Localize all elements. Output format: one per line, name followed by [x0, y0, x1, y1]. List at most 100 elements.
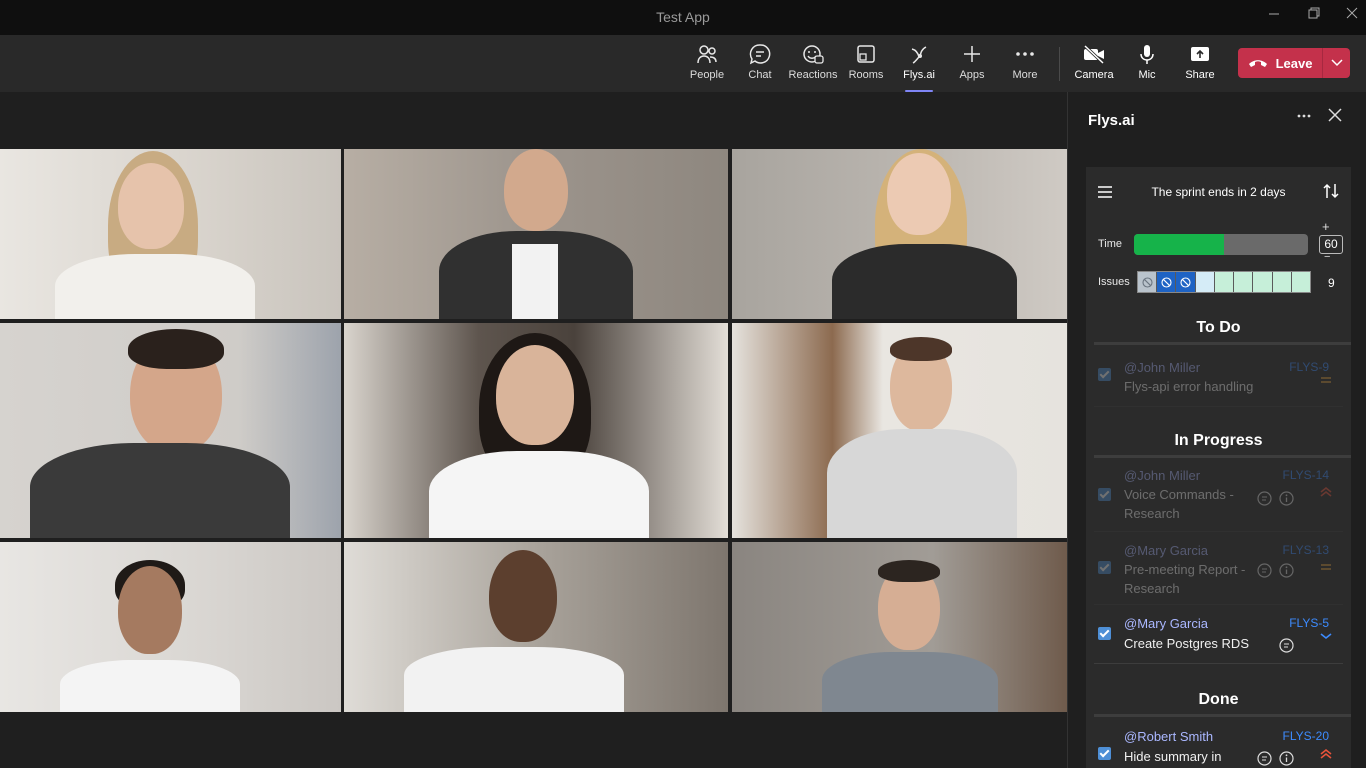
priority-medium-icon: [1321, 377, 1331, 383]
section-divider: [1094, 342, 1351, 345]
item-assignee[interactable]: @John Miller: [1124, 360, 1200, 375]
issue-segment[interactable]: [1272, 272, 1292, 292]
mic-label: Mic: [1138, 69, 1156, 81]
leave-button[interactable]: Leave: [1238, 48, 1350, 78]
issue-segment[interactable]: [1214, 272, 1235, 292]
comment-icon[interactable]: [1257, 563, 1272, 578]
item-checkbox[interactable]: [1098, 488, 1111, 501]
priority-low-icon: [1320, 633, 1332, 640]
close-icon: [1328, 108, 1342, 122]
toolbar-chat[interactable]: Chat: [734, 43, 786, 87]
time-increase-button[interactable]: +: [1322, 219, 1330, 234]
leave-main[interactable]: Leave: [1238, 48, 1322, 78]
item-key[interactable]: FLYS-9: [1289, 360, 1329, 374]
camera-button[interactable]: Camera: [1068, 43, 1120, 87]
toolbar-flys[interactable]: Flys.ai: [893, 43, 945, 92]
issue-segment[interactable]: [1138, 272, 1158, 292]
title-bar: Test App: [0, 0, 1366, 35]
list-item[interactable]: @Robert Smith FLYS-20 Hide summary in: [1094, 719, 1343, 768]
item-assignee[interactable]: @Robert Smith: [1124, 729, 1213, 744]
item-assignee[interactable]: @Mary Garcia: [1124, 616, 1208, 631]
info-icon[interactable]: [1279, 563, 1294, 578]
time-decrease-button[interactable]: −: [1324, 251, 1330, 263]
item-key[interactable]: FLYS-5: [1289, 616, 1329, 630]
issue-segment[interactable]: [1291, 272, 1310, 292]
participant-video[interactable]: [0, 149, 341, 319]
panel-more-button[interactable]: [1296, 108, 1312, 129]
toolbar-more[interactable]: More: [999, 43, 1051, 87]
toolbar-chat-label: Chat: [748, 69, 772, 81]
participant-video[interactable]: [0, 323, 341, 538]
item-checkbox[interactable]: [1098, 627, 1111, 640]
participant-video[interactable]: [344, 323, 728, 538]
video-stage: [0, 92, 1067, 768]
flys-panel: Flys.ai The sprint ends in 2 days Time +…: [1067, 92, 1366, 768]
plus-icon: [964, 46, 980, 62]
chevron-down-icon: [1330, 59, 1343, 67]
toolbar-reactions-label: Reactions: [788, 69, 838, 81]
comment-icon[interactable]: [1257, 491, 1272, 506]
issue-segment[interactable]: [1195, 272, 1215, 292]
item-assignee[interactable]: @Mary Garcia: [1124, 543, 1208, 558]
mic-icon: [1140, 45, 1154, 64]
toolbar-apps[interactable]: Apps: [946, 43, 998, 87]
video-grid: [0, 149, 1067, 712]
minimize-button[interactable]: [1262, 6, 1286, 26]
comment-icon[interactable]: [1257, 751, 1272, 766]
share-label: Share: [1185, 69, 1215, 81]
item-checkbox[interactable]: [1098, 747, 1111, 760]
toolbar-people-label: People: [689, 69, 725, 81]
issue-segment[interactable]: [1253, 272, 1273, 292]
issues-label: Issues: [1098, 276, 1130, 288]
toolbar-flys-label: Flys.ai: [903, 69, 935, 81]
issue-segment[interactable]: [1234, 272, 1254, 292]
issues-bar: [1137, 271, 1311, 293]
toolbar-reactions[interactable]: Reactions: [787, 43, 839, 87]
panel-close-button[interactable]: [1328, 108, 1348, 128]
item-title: Pre-meeting Report - Research: [1124, 562, 1246, 596]
list-item[interactable]: @Mary Garcia FLYS-5 Create Postgres RDS: [1094, 606, 1343, 664]
time-value[interactable]: 60: [1319, 235, 1343, 254]
item-key[interactable]: FLYS-13: [1283, 543, 1329, 557]
item-checkbox[interactable]: [1098, 561, 1111, 574]
close-window-button[interactable]: [1340, 6, 1364, 26]
sort-arrows-icon: [1323, 183, 1339, 199]
comment-icon[interactable]: [1279, 638, 1294, 653]
item-key[interactable]: FLYS-20: [1283, 729, 1329, 743]
toolbar-people[interactable]: People: [681, 43, 733, 87]
blocked-icon: [1180, 276, 1191, 288]
leave-dropdown[interactable]: [1323, 48, 1350, 78]
participant-video[interactable]: [732, 149, 1067, 319]
participant-video[interactable]: [732, 323, 1067, 538]
restore-button[interactable]: [1302, 6, 1326, 26]
toolbar-divider: [1059, 47, 1060, 81]
sprint-status: The sprint ends in 2 days: [1151, 185, 1286, 199]
list-item[interactable]: @John Miller FLYS-9 Flys-api error handl…: [1094, 349, 1343, 407]
share-button[interactable]: Share: [1174, 43, 1226, 87]
leave-label: Leave: [1275, 55, 1313, 71]
item-checkbox[interactable]: [1098, 368, 1111, 381]
toolbar-rooms[interactable]: Rooms: [840, 43, 892, 87]
participant-video[interactable]: [344, 542, 728, 712]
participant-video[interactable]: [344, 149, 728, 319]
list-item[interactable]: @John Miller FLYS-14 Voice Commands - Re…: [1094, 459, 1343, 532]
item-key[interactable]: FLYS-14: [1283, 468, 1329, 482]
item-title: Voice Commands - Research: [1124, 487, 1234, 521]
toolbar-rooms-label: Rooms: [848, 69, 884, 81]
info-icon[interactable]: [1279, 491, 1294, 506]
item-assignee[interactable]: @John Miller: [1124, 468, 1200, 483]
section-title-inprogress: In Progress: [1174, 432, 1263, 449]
sort-button[interactable]: [1322, 182, 1340, 205]
time-progress-fill: [1134, 234, 1225, 255]
issue-segment[interactable]: [1176, 272, 1196, 292]
mic-button[interactable]: Mic: [1121, 43, 1173, 87]
participant-video[interactable]: [732, 542, 1067, 712]
info-icon[interactable]: [1279, 751, 1294, 766]
section-divider: [1094, 455, 1351, 458]
list-item[interactable]: @Mary Garcia FLYS-13 Pre-meeting Report …: [1094, 533, 1343, 605]
close-icon: [1346, 7, 1358, 19]
camera-label: Camera: [1074, 69, 1114, 81]
issue-segment[interactable]: [1157, 272, 1177, 292]
participant-video[interactable]: [0, 542, 341, 712]
blocked-icon: [1142, 276, 1153, 288]
